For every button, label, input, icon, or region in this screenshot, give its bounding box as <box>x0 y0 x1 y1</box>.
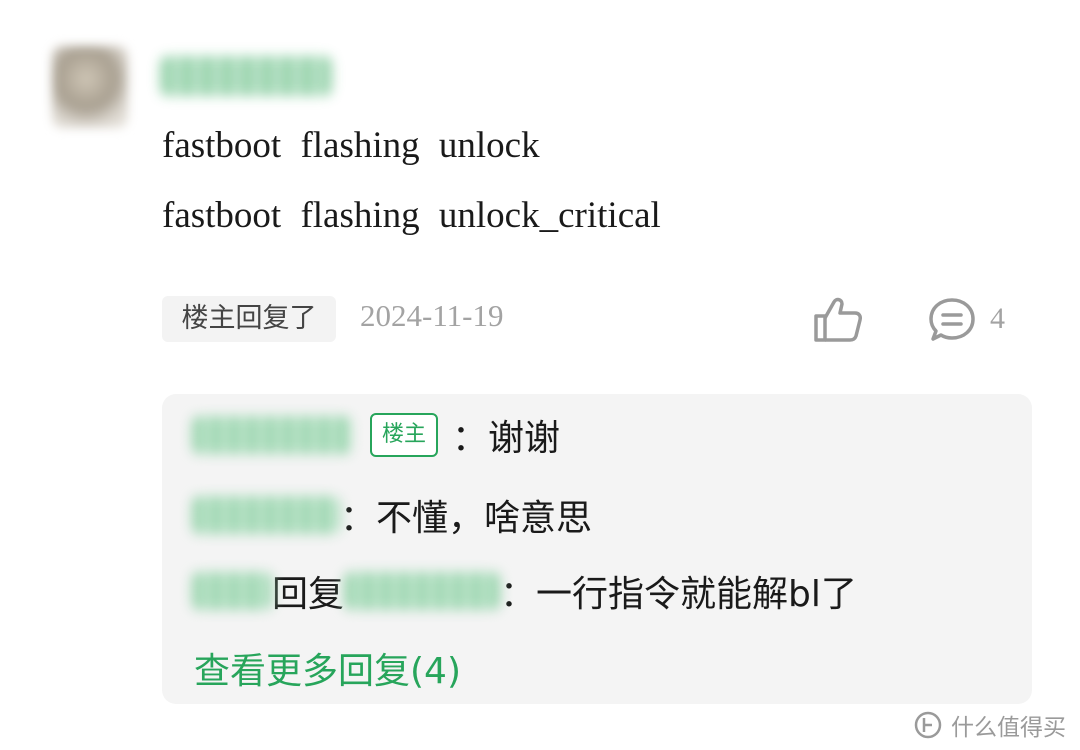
reply-row[interactable]: ：不懂，啥意思 <box>192 490 592 540</box>
op-replied-badge: 楼主回复了 <box>162 296 336 342</box>
reply-author-blurred[interactable] <box>192 496 340 534</box>
watermark-text: 什么值得买 <box>951 715 1066 741</box>
comment-icon[interactable] <box>928 297 976 343</box>
comment-text-line-1: fastboot flashing unlock <box>162 125 540 166</box>
reply-to-label: 回复 <box>272 574 345 615</box>
watermark: 什么值得买 <box>913 708 1066 742</box>
comment-date: 2024-11-19 <box>360 298 504 333</box>
op-tag: 楼主 <box>370 413 439 457</box>
reply-row[interactable]: 回复 ：一行指令就能解bl了 <box>192 566 857 616</box>
username-blurred[interactable] <box>160 56 332 96</box>
reply-text: ：一行指令就能解bl了 <box>500 574 857 615</box>
comment-count: 4 <box>990 302 1005 335</box>
avatar[interactable] <box>52 46 128 128</box>
reply-text: ：不懂，啥意思 <box>340 498 593 539</box>
reply-text: ：谢谢 <box>452 418 561 459</box>
reply-target-blurred[interactable] <box>344 572 501 610</box>
reply-author-blurred[interactable] <box>192 416 352 454</box>
reply-author-blurred[interactable] <box>192 572 272 610</box>
logo-icon <box>914 711 942 739</box>
comment-text-line-2: fastboot flashing unlock_critical <box>162 195 661 236</box>
thumbs-up-icon[interactable] <box>812 296 864 344</box>
reply-panel: 楼主 ：谢谢 ：不懂，啥意思 回复 ：一行指令就能解bl了 查看更多回复(4) <box>162 394 1032 704</box>
view-more-replies-link[interactable]: 查看更多回复(4) <box>194 642 461 694</box>
reply-row[interactable]: 楼主 ：谢谢 <box>192 410 560 460</box>
